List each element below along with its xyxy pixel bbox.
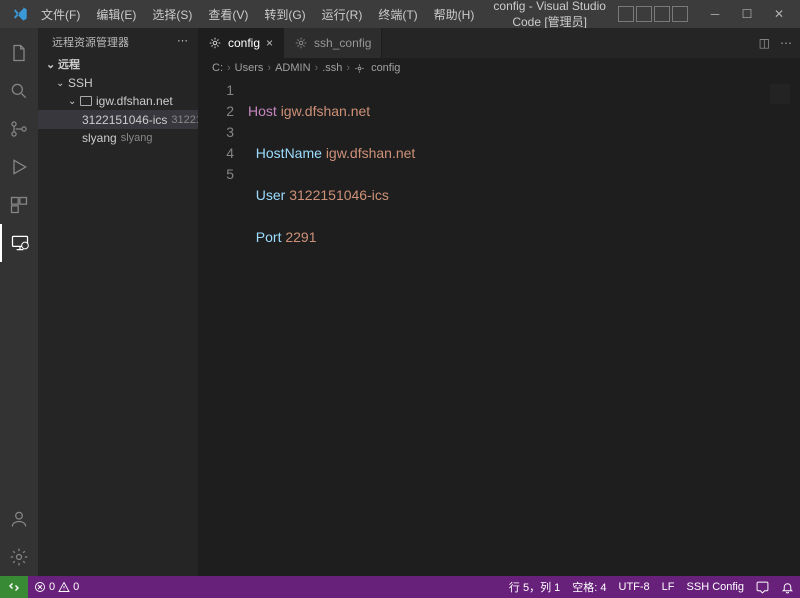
remote-indicator[interactable] [0, 576, 28, 598]
tree-item-host[interactable]: ⌄ igw.dfshan.net [38, 92, 198, 110]
tab-config[interactable]: config × [198, 28, 284, 58]
tree-label: SSH [68, 76, 93, 90]
tree-item-connection-2[interactable]: slyang slyang [38, 129, 198, 147]
tab-label: ssh_config [314, 36, 371, 50]
tree-item-connection-1[interactable]: 3122151046-ics 3122151... → ⧉ [38, 110, 198, 129]
feedback-icon[interactable] [750, 576, 775, 598]
close-icon[interactable]: × [266, 36, 273, 50]
maximize-button[interactable]: ☐ [732, 4, 762, 24]
editor-tabs: config × ssh_config ◫ ⋯ [198, 28, 800, 58]
breadcrumbs: C:› Users› ADMIN› .ssh› config [198, 58, 800, 78]
menu-edit[interactable]: 编辑(E) [89, 2, 143, 27]
explorer-icon[interactable] [0, 34, 38, 72]
menu-help[interactable]: 帮助(H) [427, 2, 482, 27]
code-content: Host igw.dfshan.net HostName igw.dfshan.… [248, 78, 415, 576]
tree-label: igw.dfshan.net [96, 94, 173, 108]
sidebar-section-remote[interactable]: ⌄ 远程 [38, 54, 198, 74]
breadcrumb-item[interactable]: C: [212, 62, 223, 74]
chevron-down-icon: ⌄ [68, 96, 80, 107]
gear-icon [208, 36, 222, 50]
activity-bar [0, 28, 38, 576]
problems-indicator[interactable]: 0 0 [28, 576, 85, 598]
menu-run[interactable]: 运行(R) [315, 2, 370, 27]
layout-custom-icon[interactable] [672, 6, 688, 22]
sidebar: 远程资源管理器 ⋯ ⌄ 远程 ⌄ SSH ⌄ igw.dfshan.net 31… [38, 28, 198, 576]
status-bar: 0 0 行 5，列 1 空格: 4 UTF-8 LF SSH Config [0, 576, 800, 598]
tree-item-ssh[interactable]: ⌄ SSH [38, 74, 198, 92]
minimize-button[interactable]: ─ [700, 4, 730, 24]
menu-bar: 文件(F) 编辑(E) 选择(S) 查看(V) 转到(G) 运行(R) 终端(T… [34, 2, 481, 27]
cursor-position[interactable]: 行 5，列 1 [503, 576, 566, 598]
breadcrumb-item[interactable]: ADMIN [275, 62, 310, 74]
code-editor[interactable]: 12345 Host igw.dfshan.net HostName igw.d… [198, 78, 800, 576]
menu-terminal[interactable]: 终端(T) [371, 2, 424, 27]
eol[interactable]: LF [656, 576, 681, 598]
menu-view[interactable]: 查看(V) [201, 2, 255, 27]
monitor-icon [80, 96, 92, 106]
warnings-count: 0 [73, 581, 79, 593]
extensions-icon[interactable] [0, 186, 38, 224]
gear-icon [354, 63, 365, 74]
source-control-icon[interactable] [0, 110, 38, 148]
gear-icon [294, 36, 308, 50]
menu-select[interactable]: 选择(S) [145, 2, 199, 27]
layout-right-icon[interactable] [654, 6, 670, 22]
search-icon[interactable] [0, 72, 38, 110]
language-mode[interactable]: SSH Config [681, 576, 750, 598]
line-numbers: 12345 [198, 78, 248, 576]
layout-left-icon[interactable] [618, 6, 634, 22]
tree-dim: slyang [121, 132, 153, 144]
vscode-logo-icon [12, 6, 28, 22]
layout-bottom-icon[interactable] [636, 6, 652, 22]
indentation[interactable]: 空格: 4 [566, 576, 612, 598]
encoding[interactable]: UTF-8 [613, 576, 656, 598]
run-debug-icon[interactable] [0, 148, 38, 186]
remote-explorer-icon[interactable] [0, 224, 38, 262]
tab-label: config [228, 36, 260, 50]
sidebar-section-label: 远程 [58, 56, 80, 72]
settings-gear-icon[interactable] [0, 538, 38, 576]
sidebar-more-icon[interactable]: ⋯ [177, 34, 188, 50]
breadcrumb-item[interactable]: config [371, 62, 400, 74]
minimap[interactable] [770, 84, 790, 104]
breadcrumb-item[interactable]: Users [235, 62, 264, 74]
chevron-down-icon: ⌄ [46, 58, 58, 71]
tree-label: slyang [82, 131, 117, 145]
breadcrumb-item[interactable]: .ssh [322, 62, 342, 74]
split-editor-icon[interactable]: ◫ [759, 36, 770, 50]
tree-dim: 3122151... [171, 114, 198, 126]
notifications-icon[interactable] [775, 576, 800, 598]
menu-goto[interactable]: 转到(G) [257, 2, 312, 27]
sidebar-title: 远程资源管理器 [52, 34, 129, 50]
chevron-down-icon: ⌄ [56, 78, 68, 89]
more-actions-icon[interactable]: ⋯ [780, 36, 792, 50]
errors-count: 0 [49, 581, 55, 593]
tab-ssh-config[interactable]: ssh_config [284, 28, 382, 58]
accounts-icon[interactable] [0, 500, 38, 538]
menu-file[interactable]: 文件(F) [34, 2, 87, 27]
close-button[interactable]: ✕ [764, 4, 794, 24]
window-title: config - Visual Studio Code [管理员] [481, 0, 618, 30]
tree-label: 3122151046-ics [82, 113, 167, 127]
